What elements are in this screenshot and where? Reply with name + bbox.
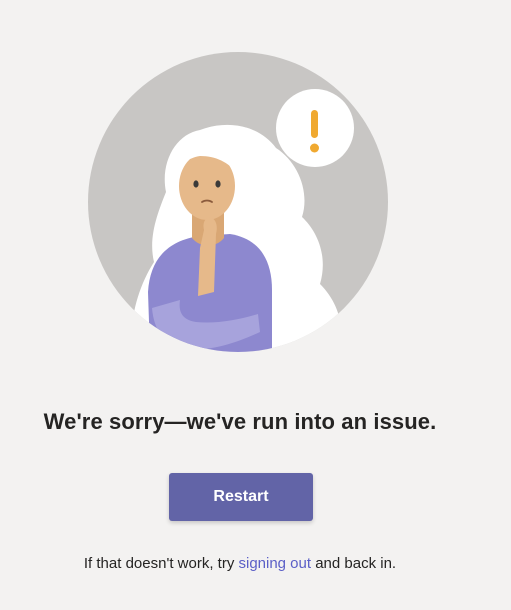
left-eye (193, 180, 199, 188)
sign-out-link[interactable]: signing out (238, 555, 311, 572)
error-illustration (88, 52, 388, 352)
thought-bubble-medium (265, 148, 281, 164)
error-headline: We're sorry—we've run into an issue. (43, 409, 437, 434)
restart-button[interactable]: Restart (169, 473, 313, 521)
help-text: If that doesn't work, try signing out an… (0, 555, 480, 572)
help-text-suffix: and back in. (311, 555, 397, 572)
exclamation-icon (310, 110, 319, 153)
thought-bubble-small (255, 163, 265, 173)
right-eye (215, 180, 221, 188)
help-text-prefix: If that doesn't work, try (83, 555, 239, 572)
